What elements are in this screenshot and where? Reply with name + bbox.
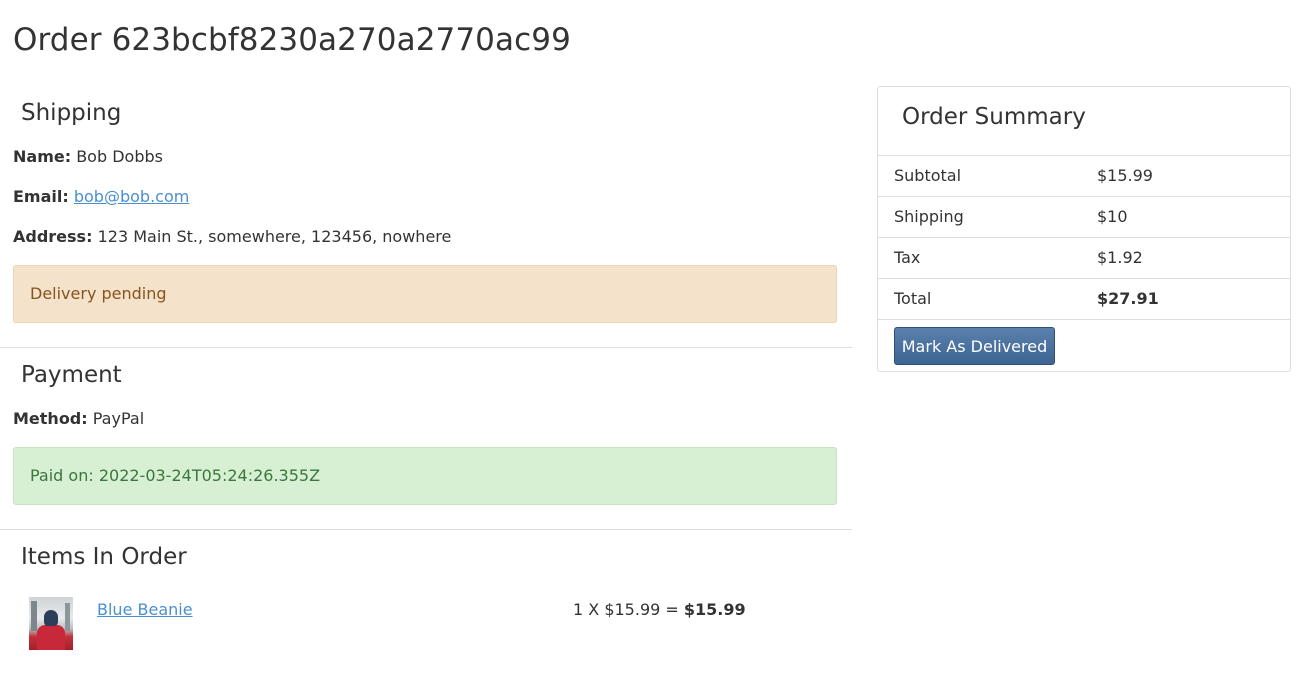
thumbnail-tree — [65, 603, 70, 631]
summary-label: Tax — [894, 248, 921, 267]
summary-row-tax: Tax $1.92 — [878, 238, 1290, 279]
item-qty-price: 1 X $15.99 = — [573, 600, 679, 619]
list-item: Blue Beanie 1 X $15.99 = $15.99 — [29, 597, 746, 651]
shipping-heading: Shipping — [21, 100, 122, 126]
shipping-name-value: Bob Dobbs — [76, 147, 163, 166]
product-thumbnail — [29, 597, 73, 650]
order-summary-heading: Order Summary — [878, 87, 1290, 156]
summary-row-subtotal: Subtotal $15.99 — [878, 156, 1290, 197]
shipping-name-label: Name: — [13, 147, 72, 166]
thumbnail-tree — [31, 601, 37, 631]
shipping-address-value: 123 Main St., somewhere, 123456, nowhere — [97, 227, 452, 246]
summary-value: $15.99 — [1097, 166, 1153, 185]
order-summary-card: Order Summary Subtotal $15.99 Shipping $… — [877, 86, 1291, 372]
shipping-email-label: Email: — [13, 187, 69, 206]
payment-section: Payment Method: PayPal Paid on: 2022-03-… — [0, 348, 852, 530]
payment-status-alert: Paid on: 2022-03-24T05:24:26.355Z — [13, 447, 837, 505]
summary-row-total: Total $27.91 — [878, 279, 1290, 320]
payment-heading: Payment — [21, 362, 122, 388]
page-title: Order 623bcbf8230a270a2770ac99 — [13, 22, 571, 58]
item-price-line: 1 X $15.99 = $15.99 — [573, 600, 746, 619]
thumbnail-beanie — [44, 610, 58, 626]
payment-method-value: PayPal — [92, 409, 145, 428]
summary-value: $10 — [1097, 207, 1128, 226]
summary-label: Shipping — [894, 207, 964, 226]
payment-method: Method: PayPal — [13, 409, 144, 428]
shipping-section: Shipping Name: Bob Dobbs Email: bob@bob.… — [0, 86, 852, 348]
summary-label: Subtotal — [894, 166, 962, 185]
item-total: $15.99 — [683, 600, 746, 619]
shipping-name: Name: Bob Dobbs — [13, 147, 163, 166]
delivery-status-alert: Delivery pending — [13, 265, 837, 323]
shipping-address: Address: 123 Main St., somewhere, 123456… — [13, 227, 451, 246]
mark-as-delivered-button[interactable]: Mark As Delivered — [894, 327, 1055, 365]
order-id: 623bcbf8230a270a2770ac99 — [111, 22, 571, 58]
payment-method-label: Method: — [13, 409, 88, 428]
summary-row-shipping: Shipping $10 — [878, 197, 1290, 238]
summary-label: Total — [894, 289, 932, 308]
product-link[interactable]: Blue Beanie — [97, 600, 193, 619]
items-heading: Items In Order — [21, 544, 187, 570]
thumbnail-coat — [37, 625, 65, 650]
summary-total-value: $27.91 — [1097, 289, 1159, 308]
summary-value: $1.92 — [1097, 248, 1143, 267]
shipping-email-link[interactable]: bob@bob.com — [74, 187, 189, 206]
order-details-column: Shipping Name: Bob Dobbs Email: bob@bob.… — [0, 86, 852, 680]
shipping-address-label: Address: — [13, 227, 93, 246]
shipping-email: Email: bob@bob.com — [13, 187, 189, 206]
items-section: Items In Order Blue Beanie 1 X $15.99 = … — [0, 530, 852, 680]
page-title-prefix: Order — [13, 22, 102, 58]
